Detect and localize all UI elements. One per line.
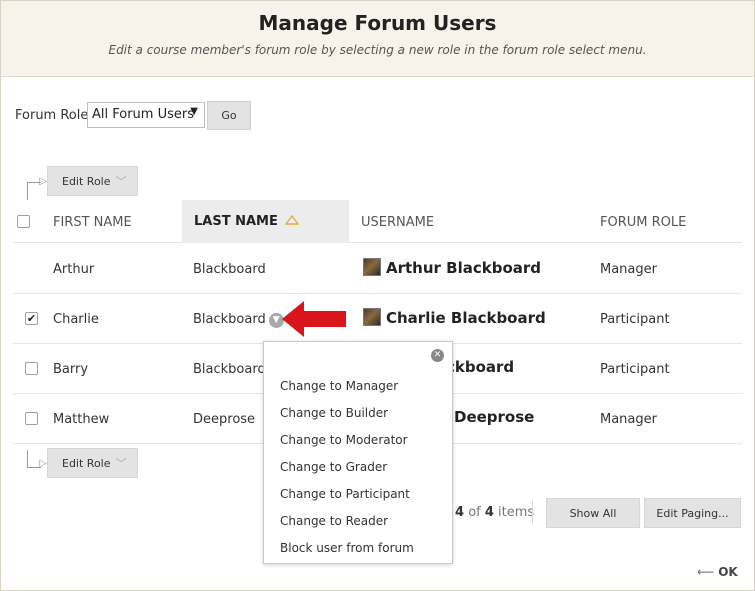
forum-role-cell: Participant bbox=[600, 362, 670, 377]
forum-role-cell: Participant bbox=[600, 312, 670, 327]
column-username[interactable]: USERNAME bbox=[361, 215, 434, 230]
forum-role-cell: Manager bbox=[600, 262, 657, 277]
page-title: Manage Forum Users bbox=[258, 11, 497, 35]
username-text: Arthur Blackboard bbox=[386, 259, 542, 277]
go-button[interactable]: Go bbox=[207, 101, 251, 130]
first-name-cell: Arthur bbox=[53, 262, 95, 277]
left-arrow-icon: ⟵ bbox=[697, 565, 715, 579]
menu-item-change-to-builder[interactable]: Change to Builder bbox=[280, 406, 388, 420]
menu-item-change-to-participant[interactable]: Change to Participant bbox=[280, 487, 410, 501]
forum-role-select-value: All Forum Users bbox=[92, 107, 195, 122]
first-name-cell: Matthew bbox=[53, 412, 110, 427]
last-name-cell: Blackboard bbox=[193, 362, 266, 377]
sort-ascending-icon bbox=[284, 214, 300, 225]
forum-role-cell: Manager bbox=[600, 412, 657, 427]
page-header: Manage Forum Users Edit a course member'… bbox=[1, 1, 754, 77]
avatar bbox=[363, 308, 381, 326]
column-forum-role[interactable]: FORUM ROLE bbox=[600, 215, 686, 230]
table-header: FIRST NAME LAST NAME USERNAME FORUM ROLE bbox=[12, 200, 742, 243]
chevron-down-icon: ﹀ bbox=[115, 175, 127, 188]
last-name-text: Blackboard bbox=[193, 312, 266, 327]
username-cell: Arthur Blackboard bbox=[363, 258, 541, 277]
dropdown-arrow-icon: ▼ bbox=[190, 106, 198, 117]
forum-role-filter-label: Forum Role bbox=[15, 108, 89, 123]
edit-role-button-bottom[interactable]: Edit Role ﹀ bbox=[47, 448, 138, 478]
edit-role-label: Edit Role bbox=[62, 175, 111, 188]
menu-item-change-to-reader[interactable]: Change to Reader bbox=[280, 514, 388, 528]
ok-label: OK bbox=[718, 565, 738, 579]
first-name-cell: Barry bbox=[53, 362, 89, 377]
paging-total: 4 bbox=[484, 505, 494, 520]
row-checkbox[interactable]: ✔ bbox=[25, 312, 38, 325]
bulk-action-connector-top: ▷ bbox=[27, 176, 47, 200]
username-text: Charlie Blackboard bbox=[386, 309, 546, 327]
last-name-cell: Blackboard bbox=[193, 262, 266, 277]
username-cell: Charlie Blackboard bbox=[363, 308, 546, 327]
column-first-name[interactable]: FIRST NAME bbox=[53, 215, 132, 230]
username-cell: Deeprose bbox=[454, 408, 535, 426]
column-last-name-label: LAST NAME bbox=[194, 214, 278, 229]
ok-button[interactable]: ⟵ OK bbox=[697, 565, 738, 579]
edit-role-label: Edit Role bbox=[62, 457, 111, 470]
edit-paging-button[interactable]: Edit Paging... bbox=[644, 498, 741, 528]
table-row: Arthur Blackboard Arthur Blackboard Mana… bbox=[12, 244, 742, 294]
paging-suffix: items bbox=[498, 505, 535, 520]
show-all-button[interactable]: Show All bbox=[546, 498, 640, 528]
forum-role-select[interactable]: All Forum Users ▼ bbox=[87, 102, 205, 128]
role-context-menu: ✕ Change to Manager Change to Builder Ch… bbox=[263, 341, 453, 564]
paging-count: 4 bbox=[455, 505, 465, 520]
page-subtitle: Edit a course member's forum role by sel… bbox=[108, 43, 647, 57]
chevron-down-icon: ﹀ bbox=[115, 457, 127, 470]
column-last-name[interactable]: LAST NAME bbox=[182, 200, 349, 243]
first-name-cell: Charlie bbox=[53, 312, 99, 327]
menu-item-block-user[interactable]: Block user from forum bbox=[280, 541, 414, 555]
paging-summary: 4 of 4 items bbox=[455, 505, 534, 520]
edit-role-button-top[interactable]: Edit Role ﹀ bbox=[47, 166, 138, 196]
select-all-checkbox[interactable] bbox=[17, 215, 30, 228]
paging-divider bbox=[532, 500, 533, 524]
paging-of: of bbox=[468, 505, 481, 520]
close-icon[interactable]: ✕ bbox=[431, 349, 444, 362]
avatar bbox=[363, 258, 381, 276]
menu-item-change-to-moderator[interactable]: Change to Moderator bbox=[280, 433, 408, 447]
table-row: ✔ Charlie Blackboard ▼ Charlie Blackboard… bbox=[12, 294, 742, 344]
row-checkbox[interactable] bbox=[25, 362, 38, 375]
bulk-action-connector-bottom: ▷ bbox=[27, 450, 47, 469]
row-checkbox[interactable] bbox=[25, 412, 38, 425]
last-name-cell: Blackboard ▼ bbox=[193, 312, 284, 328]
menu-item-change-to-grader[interactable]: Change to Grader bbox=[280, 460, 387, 474]
last-name-cell: Deeprose bbox=[193, 412, 256, 427]
menu-item-change-to-manager[interactable]: Change to Manager bbox=[280, 379, 398, 393]
annotation-arrow-icon bbox=[282, 301, 346, 337]
username-cell: ckboard bbox=[446, 358, 515, 376]
